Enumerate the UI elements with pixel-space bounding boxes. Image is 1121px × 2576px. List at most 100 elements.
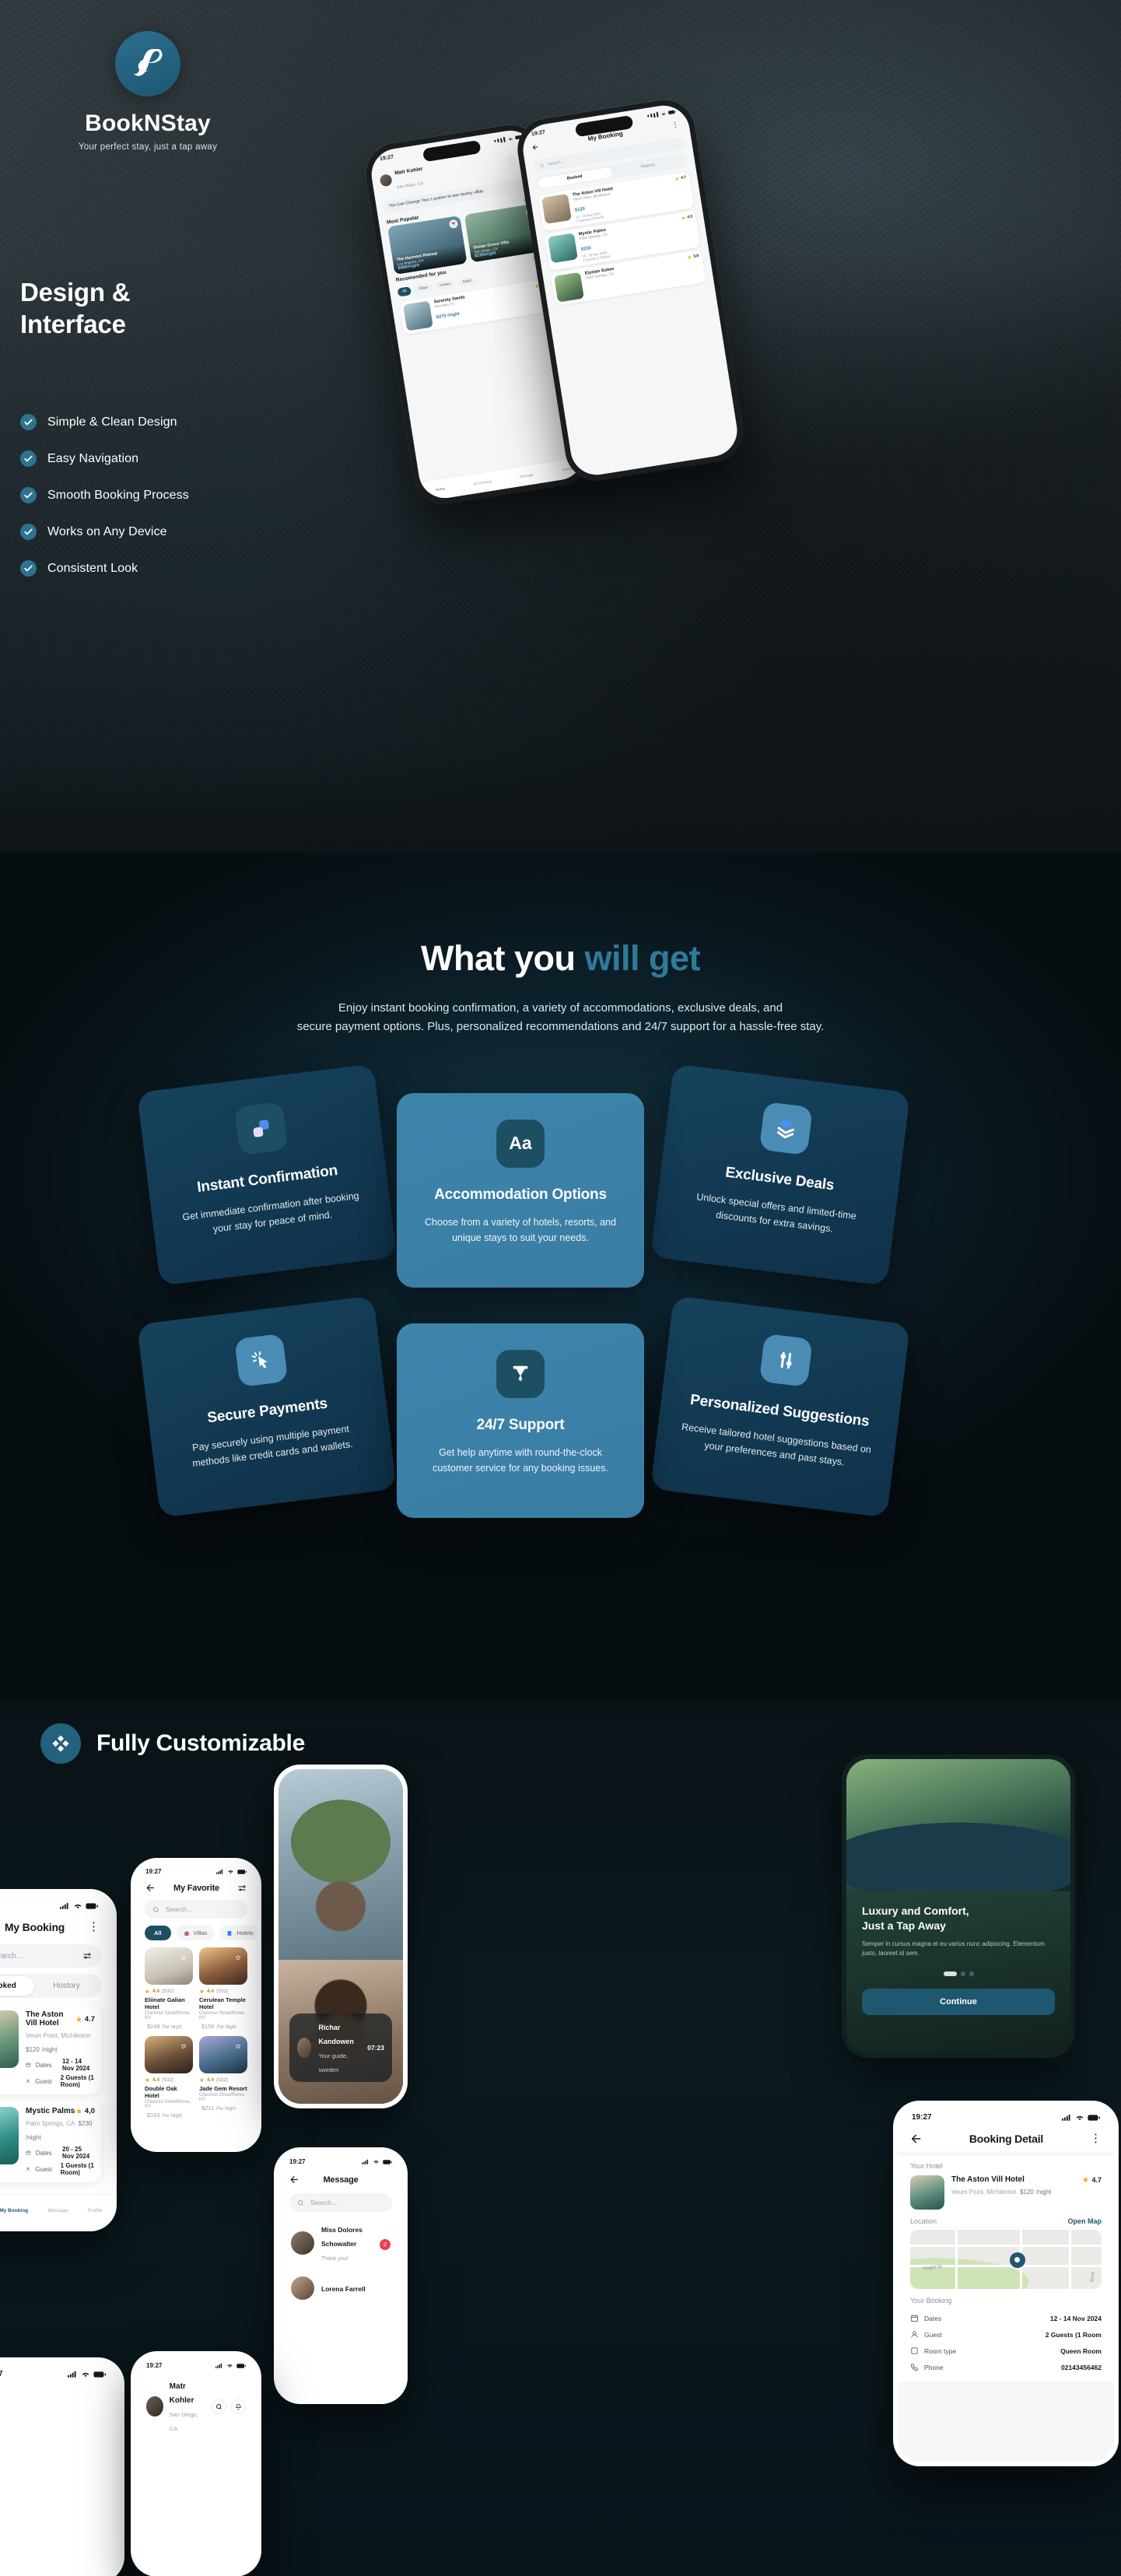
nav-bar: Booking Detail ⋮ (898, 2125, 1114, 2151)
booking-card[interactable]: Mystic Palms 4,0 Palm Springs, CA $230 /… (0, 2101, 101, 2182)
hotel-price: $163 Per Night (147, 2112, 182, 2119)
feature-label: Works on Any Device (47, 524, 167, 538)
favorite-item[interactable]: 4.4 (532) Eliinate Galian Hotel Chestnut … (145, 1947, 193, 2030)
your-booking-section: Your Booking Dates 12 - 14 Nov 2024 Gues… (898, 2289, 1114, 2375)
logo-b-glyph (133, 48, 163, 76)
back-arrow-icon[interactable] (289, 2175, 300, 2185)
heart-icon[interactable] (177, 2040, 189, 2052)
tab-home[interactable]: Home (435, 486, 445, 492)
star-icon (681, 216, 685, 220)
unread-badge: 2 (380, 2238, 391, 2250)
back-arrow-icon[interactable] (531, 143, 539, 151)
feature-card-accommodation-options[interactable]: Aa Accommodation Options Choose from a v… (397, 1092, 644, 1288)
tab-history[interactable]: Hostory (34, 1976, 99, 1996)
screen-booking-detail: 19:27 Booking Detail ⋮ Your Hotel The As… (898, 2105, 1114, 2462)
chip-all[interactable]: All (397, 286, 412, 297)
booknstay-logo-icon (115, 31, 180, 96)
search-icon[interactable] (212, 2399, 226, 2414)
search-placeholder: Search... (310, 2199, 338, 2206)
chip-hotels[interactable]: Hotels (219, 1926, 257, 1940)
message-preview: Thank you! (321, 2256, 349, 2262)
card-description: Choose from a variety of hotels, resorts… (425, 1216, 616, 1243)
phone-message: 19:27 Message Search... Miss Dolores Sch… (274, 2147, 408, 2404)
location-map[interactable]: Haight St Scott (910, 2230, 1102, 2289)
feature-card-exclusive-deals[interactable]: Exclusive Deals Unlock special offers an… (650, 1063, 911, 1286)
hotel-thumbnail (553, 272, 584, 303)
detail-row-dates: Dates 12 - 14 Nov 2024 (910, 2310, 1102, 2326)
status-time: 19:27 (0, 2370, 3, 2378)
search-input[interactable]: Search... (0, 1944, 101, 1968)
wifi-icon (82, 2372, 89, 2378)
tab-message[interactable]: Message (47, 2208, 68, 2213)
villa-icon (184, 1930, 189, 1936)
more-icon[interactable]: ⋮ (88, 1921, 100, 1933)
card-title: Accommodation Options (434, 1186, 607, 1203)
search-input[interactable]: Search... (145, 1900, 247, 1919)
feature-card-personalized-suggestions[interactable]: Personalized Suggestions Receive tailore… (650, 1295, 911, 1518)
row-label: Guest (924, 2330, 942, 2339)
signal-icon (60, 1902, 68, 1909)
heart-icon[interactable] (232, 2040, 243, 2052)
rating: 4.7 (75, 2015, 95, 2024)
feature-card-secure-payments[interactable]: Secure Payments Pay securely using multi… (136, 1295, 398, 1518)
message-list-item[interactable]: Miss Dolores Schowalter Thank you! 2 (278, 2216, 403, 2270)
more-icon[interactable]: ⋮ (1090, 2133, 1102, 2144)
chip-apart[interactable]: Apart (457, 276, 477, 288)
phone-icon (910, 2364, 918, 2371)
booking-list: The Aston Vill Hotel Veum Point, Michiko… (530, 169, 714, 312)
chip-villas[interactable]: Villas (413, 283, 433, 295)
hotel-summary[interactable]: The Aston Vill Hotel 4.7 Veum Point, Mic… (910, 2175, 1102, 2210)
favorite-item[interactable]: 4.4 (532) Double Oak Hotel Chestnut Stree… (145, 2036, 193, 2119)
hotel-address: Chestnut StreetRome, NY (199, 2011, 246, 2020)
heart-icon[interactable] (232, 1951, 243, 1963)
feature-card-support[interactable]: 24/7 Support Get help anytime with round… (397, 1323, 644, 1518)
feature-item: Smooth Booking Process (20, 487, 189, 503)
message-meta: 2 (380, 2236, 391, 2250)
message-list-item[interactable]: Lorena Farrell (278, 2270, 403, 2306)
tab-profile[interactable]: Profile (88, 2208, 102, 2213)
tab-booked[interactable]: Booked (0, 1976, 34, 1996)
status-indicators (1062, 2114, 1100, 2121)
heart-icon[interactable] (177, 1951, 189, 1963)
subtitle-line2: secure payment options. Plus, personaliz… (296, 1020, 825, 1034)
feature-item: Consistent Look (20, 560, 189, 577)
search-input[interactable]: Search... (289, 2193, 392, 2212)
heart-icon[interactable]: ❤ (448, 219, 459, 230)
favorite-item[interactable]: 4.4 (532) Jade Gem Resort Chestnut Street… (199, 2036, 247, 2119)
dot[interactable] (960, 1971, 965, 1976)
chip-hotels[interactable]: Hotels (434, 279, 456, 292)
detail-row-phone: Phone 02143456462 (910, 2359, 1102, 2375)
row-label: Room type (924, 2346, 957, 2355)
search-icon[interactable] (505, 154, 517, 166)
tab-my-booking[interactable]: My Booking (473, 479, 492, 486)
tab-message[interactable]: Message (519, 472, 534, 479)
user-location: San Diego, CA (169, 2411, 198, 2432)
phone-my-booking: 19:27 My Booking ⋮ Search... Booked Host (0, 1889, 117, 2231)
filter-icon[interactable] (237, 1884, 247, 1893)
chip-all[interactable]: All (145, 1926, 171, 1940)
continue-button[interactable]: Continue (862, 1988, 1055, 2015)
tab-my-booking[interactable]: My Booking (0, 2208, 28, 2213)
screen-my-booking: 19:27 My Booking ⋮ Search... Booked Host (0, 1894, 112, 2227)
feature-card-instant-confirmation[interactable]: Instant Confirmation Get immediate confi… (136, 1063, 398, 1286)
feature-label: Simple & Clean Design (47, 415, 177, 429)
search-icon (298, 2199, 303, 2206)
chip-villas[interactable]: Villas (176, 1926, 215, 1940)
hotel-price: $120 (574, 206, 586, 213)
dot[interactable] (969, 1971, 974, 1976)
more-icon[interactable]: ⋮ (671, 121, 681, 130)
signal-icon (68, 2371, 76, 2378)
open-map-link[interactable]: Open Map (1067, 2217, 1102, 2225)
back-arrow-icon[interactable] (910, 2133, 923, 2145)
star-icon (199, 2077, 205, 2083)
favorite-item[interactable]: 4.4 (532) Cerulean Temple Hotel Chestnut … (199, 1947, 247, 2030)
status-bar: 19:27 (0, 1894, 112, 1913)
hotel-price: $248 Per Night (147, 2023, 182, 2030)
hotel-location: Veum Point, Michikoton (951, 2189, 1017, 2196)
row-label: Dates (924, 2314, 942, 2322)
booking-card[interactable]: The Aston Vill Hotel 4.7 Veum Point, Mic… (0, 2004, 101, 2094)
bell-icon[interactable] (231, 2399, 246, 2414)
back-arrow-icon[interactable] (145, 1883, 156, 1893)
filter-icon[interactable] (82, 1951, 92, 1961)
dot-active[interactable] (943, 1971, 957, 1976)
